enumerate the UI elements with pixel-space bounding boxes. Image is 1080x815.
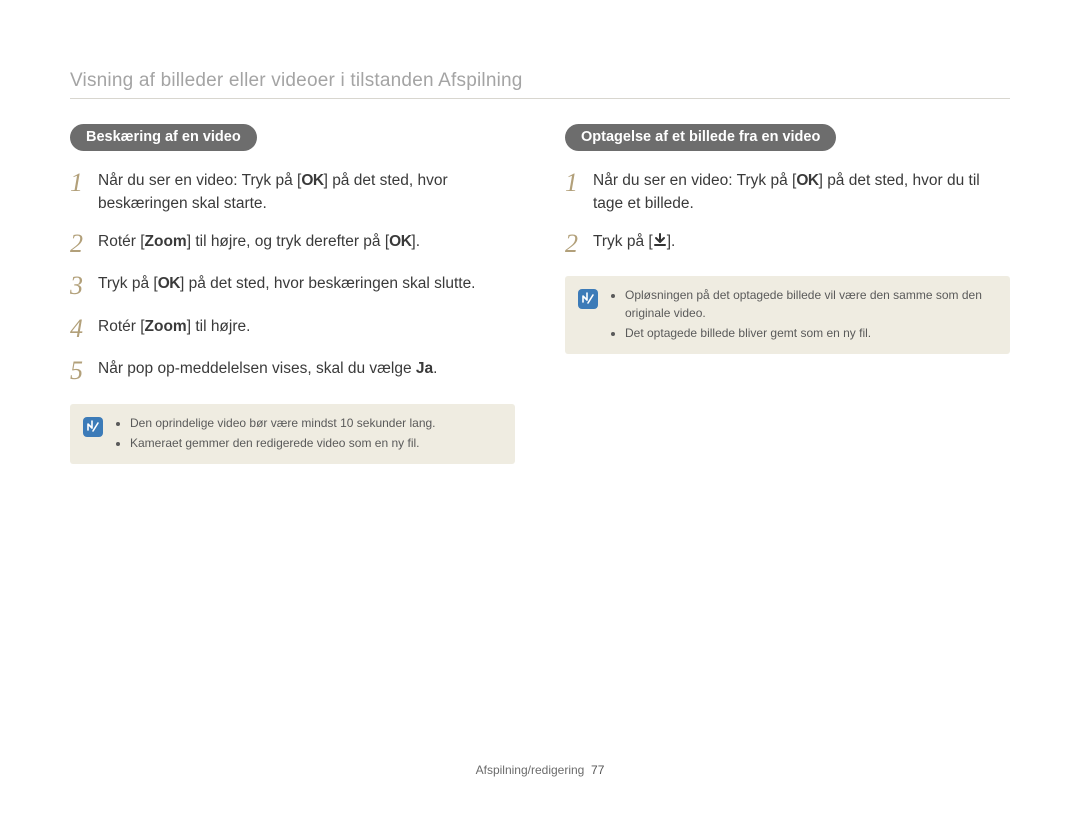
right-note-box: Opløsningen på det optagede billede vil … — [565, 276, 1010, 354]
ok-icon: OK — [796, 172, 818, 189]
ok-icon: OK — [158, 275, 180, 292]
text: ]. — [667, 233, 676, 250]
step-text: Når pop op-meddelelsen vises, skal du væ… — [98, 357, 437, 380]
left-step-2: 2 Rotér [Zoom] til højre, og tryk dereft… — [70, 230, 515, 259]
note-icon — [577, 288, 599, 315]
step-text: Når du ser en video: Tryk på [OK] på det… — [98, 169, 515, 216]
text: Når pop op-meddelelsen vises, skal du væ… — [98, 360, 416, 377]
text: Når du ser en video: Tryk på [ — [98, 172, 301, 189]
title-underline — [70, 98, 1010, 99]
text: Tryk på [ — [593, 233, 653, 250]
right-column: Optagelse af et billede fra en video 1 N… — [565, 124, 1010, 464]
text: Rotér [ — [98, 233, 145, 250]
text: . — [433, 360, 437, 377]
text: ] til højre. — [187, 318, 251, 335]
text: ]. — [411, 233, 420, 250]
note-item: Opløsningen på det optagede billede vil … — [625, 286, 996, 322]
step-text: Tryk på [OK] på det sted, hvor beskæring… — [98, 272, 476, 295]
step-number: 1 — [70, 169, 98, 198]
step-text: Når du ser en video: Tryk på [OK] på det… — [593, 169, 1010, 216]
text: ] på det sted, hvor beskæringen skal slu… — [180, 275, 476, 292]
step-text: Rotér [Zoom] til højre. — [98, 315, 250, 338]
note-icon — [82, 416, 104, 443]
text: Tryk på [ — [98, 275, 158, 292]
left-column: Beskæring af en video 1 Når du ser en vi… — [70, 124, 515, 464]
zoom-label: Zoom — [145, 233, 187, 250]
footer-section: Afspilning/redigering — [476, 763, 585, 777]
ok-icon: OK — [389, 233, 411, 250]
note-item: Det optagede billede bliver gemt som en … — [625, 324, 996, 342]
left-step-4: 4 Rotér [Zoom] til højre. — [70, 315, 515, 344]
left-step-5: 5 Når pop op-meddelelsen vises, skal du … — [70, 357, 515, 386]
note-list: Den oprindelige video bør være mindst 10… — [116, 414, 436, 454]
step-text: Tryk på [ ]. — [593, 230, 675, 253]
down-icon — [653, 233, 667, 251]
step-number: 1 — [565, 169, 593, 198]
right-heading-pill: Optagelse af et billede fra en video — [565, 124, 836, 151]
left-step-1: 1 Når du ser en video: Tryk på [OK] på d… — [70, 169, 515, 216]
note-list: Opløsningen på det optagede billede vil … — [611, 286, 996, 344]
step-text: Rotér [Zoom] til højre, og tryk derefter… — [98, 230, 420, 253]
ok-icon: OK — [301, 172, 323, 189]
left-step-3: 3 Tryk på [OK] på det sted, hvor beskæri… — [70, 272, 515, 301]
ja-label: Ja — [416, 360, 433, 377]
page-footer: Afspilning/redigering 77 — [0, 763, 1080, 777]
content-columns: Beskæring af en video 1 Når du ser en vi… — [70, 124, 1010, 464]
text: ] til højre, og tryk derefter på [ — [187, 233, 389, 250]
text: Når du ser en video: Tryk på [ — [593, 172, 796, 189]
step-number: 2 — [565, 230, 593, 259]
step-number: 4 — [70, 315, 98, 344]
zoom-label: Zoom — [145, 318, 187, 335]
page-number: 77 — [591, 763, 604, 777]
note-item: Den oprindelige video bør være mindst 10… — [130, 414, 436, 432]
left-heading-pill: Beskæring af en video — [70, 124, 257, 151]
note-item: Kameraet gemmer den redigerede video som… — [130, 434, 436, 452]
page-title: Visning af billeder eller videoer i tils… — [70, 70, 1010, 92]
step-number: 5 — [70, 357, 98, 386]
step-number: 3 — [70, 272, 98, 301]
text: Rotér [ — [98, 318, 145, 335]
right-step-1: 1 Når du ser en video: Tryk på [OK] på d… — [565, 169, 1010, 216]
step-number: 2 — [70, 230, 98, 259]
left-note-box: Den oprindelige video bør være mindst 10… — [70, 404, 515, 464]
right-step-2: 2 Tryk på [ ]. — [565, 230, 1010, 259]
